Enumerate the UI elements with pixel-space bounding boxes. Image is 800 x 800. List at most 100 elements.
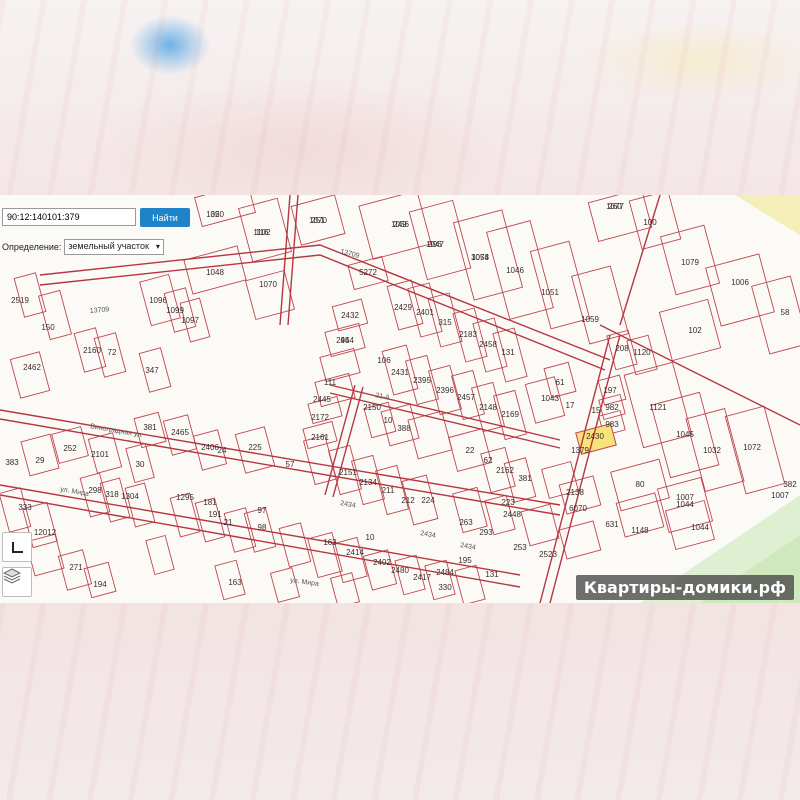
parcel-label: 150 <box>41 323 55 332</box>
parcel-label: 80 <box>636 480 645 489</box>
parcel-label: 1304 <box>121 492 139 501</box>
parcel-label: 57 <box>286 460 295 469</box>
parcel-label: 1048 <box>206 268 224 277</box>
parcel-outline[interactable] <box>38 289 72 341</box>
parcel-outline[interactable] <box>223 507 257 553</box>
parcel-label: 2414 <box>346 548 364 557</box>
road-line <box>329 392 561 449</box>
parcel-outline[interactable] <box>194 195 256 228</box>
parcel-label: 252 <box>63 444 77 453</box>
parcel-label: 1007 <box>676 493 694 502</box>
cadastral-number-input[interactable] <box>2 208 136 226</box>
street-label: 2434 <box>340 500 357 510</box>
parcel-label: 30 <box>136 460 145 469</box>
parcel-outline[interactable] <box>407 410 453 460</box>
parcel-outline[interactable] <box>244 269 296 321</box>
parcel-label: 347 <box>145 366 159 375</box>
parcel-label: 2396 <box>436 386 454 395</box>
parcel-label: 2430 <box>586 432 604 441</box>
parcel-label: 224 <box>421 496 435 505</box>
parcel-layer[interactable]: 105011021070 1056104710541077100107910065… <box>0 195 800 603</box>
parcel-label: 1032 <box>703 446 721 455</box>
parcel-label: 1121 <box>649 403 667 412</box>
select-area-button[interactable] <box>2 532 32 562</box>
parcel-label: 388 <box>397 424 411 433</box>
parcel-label: 98 <box>258 523 267 532</box>
parcel-label: 1044 <box>691 523 709 532</box>
parcel-label: 29 <box>36 456 45 465</box>
parcel-outline[interactable] <box>303 434 337 486</box>
parcel-label: 381 <box>518 474 532 483</box>
parcel-label: 983 <box>605 420 619 429</box>
parcel-label: 197 <box>603 386 617 395</box>
chevron-down-icon: ▾ <box>155 242 160 251</box>
parcel-label: 194 <box>93 580 107 589</box>
road-line <box>539 334 611 603</box>
blurred-background-top <box>0 0 800 195</box>
parcel-label: 249 <box>393 220 407 229</box>
parcel-outline[interactable] <box>332 536 368 584</box>
parcel-label: 72 <box>108 348 117 357</box>
road-line <box>39 244 611 361</box>
parcel-label: 1120 <box>633 348 651 357</box>
parcel-label: 2417 <box>413 573 431 582</box>
parcel-label: 2480 <box>391 566 409 575</box>
parcel-label: 181 <box>203 498 217 507</box>
parcel-label: 2458 <box>479 340 497 349</box>
parcel-label: 2138 <box>566 488 584 497</box>
street-label: 13709 <box>90 306 110 315</box>
parcel-label: 383 <box>5 458 19 467</box>
street-label: 2434 <box>420 530 437 540</box>
parcel-label: 2465 <box>171 428 189 437</box>
layers-button[interactable] <box>2 567 32 597</box>
parcel-label: 195 <box>458 556 472 565</box>
parcel-label: 106 <box>377 356 391 365</box>
parcel-label: 2395 <box>413 376 431 385</box>
parcel-label: 131 <box>501 348 515 357</box>
parcel-label: 6070 <box>569 504 587 513</box>
find-button[interactable]: Найти <box>140 208 190 227</box>
parcel-label: 12012 <box>34 528 57 537</box>
parcel-label: 2134 <box>359 478 377 487</box>
parcel-outline[interactable] <box>705 253 775 327</box>
layers-icon <box>3 568 21 584</box>
parcel-label: 982 <box>605 403 619 412</box>
road-line <box>0 418 561 516</box>
parcel-label: 2148 <box>479 403 497 412</box>
parcel-outline[interactable] <box>751 275 800 355</box>
parcel-outline[interactable] <box>319 347 361 383</box>
yellow-road-area <box>735 195 800 235</box>
street-label: 2434 <box>460 542 477 552</box>
parcel-label: 1079 <box>681 258 699 267</box>
parcel-outline[interactable] <box>520 503 560 547</box>
corner-select-icon <box>11 541 23 553</box>
parcel-label: 1045 <box>676 430 694 439</box>
parcel-label: 2150 <box>363 403 381 412</box>
parcel-outline[interactable] <box>269 567 301 603</box>
parcel-label: 97 <box>258 506 267 515</box>
parcel-label: 2162 <box>496 466 514 475</box>
parcel-outline[interactable] <box>9 351 51 399</box>
parcel-label: 1096 <box>149 296 167 305</box>
parcel-outline[interactable] <box>454 564 486 603</box>
parcel-label: 1006 <box>731 278 749 287</box>
parcel-label: 382 <box>783 480 797 489</box>
parcel-outline[interactable] <box>145 534 175 576</box>
parcel-label: 225 <box>248 443 262 452</box>
street-label: ул. Мира <box>290 577 320 588</box>
parcel-outline[interactable] <box>329 572 361 603</box>
parcel-label: 211 <box>382 486 395 495</box>
parcel-outline[interactable] <box>558 520 602 560</box>
parcel-label: 293 <box>479 528 493 537</box>
parcel-label: 330 <box>438 583 452 592</box>
search-bar: Найти <box>2 208 190 227</box>
cadastral-map[interactable]: 1050 1102 1070 1056 1047 1054 1077 100 1079 1006 5… <box>0 195 800 603</box>
parcel-label: 1097 <box>181 316 199 325</box>
definition-label: Определение: <box>2 242 62 252</box>
parcel-label: 21 <box>224 518 233 527</box>
definition-select[interactable]: земельный участок ▾ <box>64 239 164 255</box>
parcel-label: 1051 <box>541 288 559 297</box>
parcel-label: 318 <box>105 490 119 499</box>
road-line <box>549 334 621 603</box>
parcel-label: 131 <box>485 570 499 579</box>
